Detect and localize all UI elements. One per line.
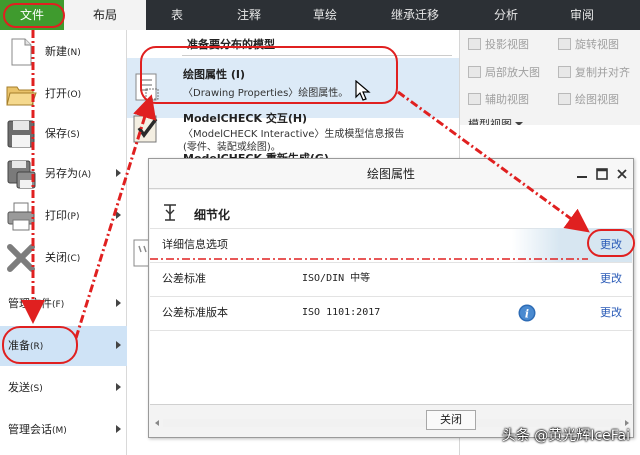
menu-shortcut-open: (O) — [67, 90, 82, 100]
projection-view-icon — [468, 38, 481, 50]
menu-shortcut-close: (C) — [67, 254, 81, 264]
submenu-item-title: ModelCHECK 交互(H) — [183, 112, 308, 125]
menu-label-send: 发送 — [8, 381, 30, 394]
tab-layout[interactable]: 布局 — [64, 0, 146, 30]
chevron-right-icon — [116, 341, 121, 349]
close-button[interactable]: 关闭 — [426, 410, 476, 430]
menu-shortcut-new: (N) — [67, 48, 81, 58]
detailing-icon — [164, 204, 176, 221]
file-menu: 新建(N) 打开(O) 保存(S) 另存为(A) 打印(P) 关闭(C) 管理文… — [0, 30, 127, 455]
menu-item-new[interactable]: 新建(N) — [0, 32, 127, 72]
menu-shortcut-send: (S) — [30, 384, 43, 394]
revolved-view-label: 旋转视图 — [575, 38, 619, 51]
minimize-icon[interactable] — [575, 167, 589, 181]
tab-table[interactable]: 表 — [146, 0, 208, 30]
menu-label-manage-file: 管理文件 — [8, 297, 52, 310]
projection-view-label: 投影视图 — [485, 38, 529, 51]
auxiliary-view-icon — [468, 93, 481, 105]
new-file-icon — [11, 38, 32, 66]
menu-shortcut-manage-file: (F) — [52, 300, 65, 310]
menu-label-save: 保存 — [45, 127, 67, 140]
row-tolerance-standard: 公差标准 ISO/DIN 中等 更改 — [150, 262, 632, 296]
menu-shortcut-print: (P) — [67, 212, 80, 222]
drawing-view-button[interactable]: 绘图视图 — [558, 89, 619, 111]
close-x-icon — [7, 244, 35, 272]
dialog-content: 细节化 详细信息选项 更改 公差标准 ISO/DIN 中等 更改 公差标准版本 … — [150, 190, 632, 427]
menu-label-print: 打印 — [45, 209, 67, 222]
row-tolerance-standard-version: 公差标准版本 ISO 1101:2017 i 更改 — [150, 296, 632, 330]
open-folder-icon — [6, 86, 37, 106]
annotation-highlight-drawing-properties — [140, 46, 398, 104]
revolved-view-icon — [558, 38, 571, 50]
auxiliary-view-button[interactable]: 辅助视图 — [468, 89, 529, 111]
row-label: 详细信息选项 — [162, 238, 228, 251]
save-as-icon — [7, 160, 36, 189]
modelcheck-icon — [133, 115, 158, 143]
tab-sketch[interactable]: 草绘 — [290, 0, 360, 30]
menu-item-print[interactable]: 打印(P) — [0, 196, 127, 236]
menu-shortcut-save-as: (A) — [78, 170, 92, 180]
tab-legacy-migration[interactable]: 继承迁移 — [360, 0, 470, 30]
menu-item-send[interactable]: 发送(S) — [0, 368, 127, 408]
detailed-view-icon — [468, 66, 481, 78]
annotation-highlight-prepare — [2, 326, 78, 364]
row-value: ISO 1101:2017 — [302, 307, 381, 318]
detailed-view-button[interactable]: 局部放大图 — [468, 62, 540, 84]
row-value: ISO/DIN 中等 — [302, 273, 371, 284]
close-icon[interactable] — [615, 167, 629, 181]
maximize-icon[interactable] — [595, 167, 609, 181]
tab-analysis[interactable]: 分析 — [470, 0, 542, 30]
menu-item-save-as[interactable]: 另存为(A) — [0, 154, 127, 194]
save-disk-icon — [7, 120, 35, 148]
menu-label-manage-session: 管理会话 — [8, 423, 52, 436]
projection-view-button[interactable]: 投影视图 — [468, 34, 529, 56]
annotation-highlight-file — [3, 3, 65, 28]
chevron-right-icon — [116, 299, 121, 307]
annotation-highlight-change — [587, 229, 635, 257]
copy-align-button[interactable]: 复制并对齐 — [558, 62, 630, 84]
drawing-properties-dialog: 绘图属性 细节化 详细信息选项 更改 公差标准 ISO/DIN 中等 更改 公差… — [148, 158, 634, 438]
watermark: 头条 @黄光辉IceFai — [501, 428, 630, 444]
chevron-right-icon — [116, 425, 121, 433]
copy-align-icon — [558, 66, 571, 78]
menu-item-save[interactable]: 保存(S) — [0, 114, 127, 154]
row-divider — [150, 330, 632, 331]
section-title: 细节化 — [194, 208, 231, 222]
copy-align-label: 复制并对齐 — [575, 66, 630, 79]
chevron-right-icon — [116, 169, 121, 177]
info-icon[interactable]: i — [518, 304, 536, 322]
menu-label-save-as: 另存为 — [45, 167, 78, 180]
row-label: 公差标准版本 — [162, 306, 228, 319]
chevron-right-icon — [116, 211, 121, 219]
chevron-right-icon — [116, 383, 121, 391]
tab-review[interactable]: 审阅 — [542, 0, 622, 30]
drawing-view-label: 绘图视图 — [575, 93, 619, 106]
detailed-view-label: 局部放大图 — [485, 66, 540, 79]
menu-label-open: 打开 — [45, 87, 67, 100]
menu-item-open[interactable]: 打开(O) — [0, 74, 127, 114]
tab-annotate[interactable]: 注释 — [208, 0, 290, 30]
revolved-view-button[interactable]: 旋转视图 — [558, 34, 619, 56]
menu-shortcut-manage-session: (M) — [52, 426, 67, 436]
drawing-view-icon — [558, 93, 571, 105]
auxiliary-view-label: 辅助视图 — [485, 93, 529, 106]
menu-item-manage-session[interactable]: 管理会话(M) — [0, 410, 127, 450]
svg-text:i: i — [525, 308, 529, 321]
menu-item-manage-file[interactable]: 管理文件(F) — [0, 284, 127, 324]
menu-label-close: 关闭 — [45, 251, 67, 264]
menu-item-close[interactable]: 关闭(C) — [0, 238, 127, 278]
ribbon-tab-bar: 文件 布局 表 注释 草绘 继承迁移 分析 审阅 — [0, 0, 640, 30]
menu-shortcut-save: (S) — [67, 130, 80, 140]
dialog-title: 绘图属性 — [149, 159, 633, 189]
menu-label-new: 新建 — [45, 45, 67, 58]
row-label: 公差标准 — [162, 272, 206, 285]
printer-icon — [7, 202, 35, 231]
change-link-tolerance-standard[interactable]: 更改 — [600, 262, 622, 296]
change-link-tolerance-version[interactable]: 更改 — [600, 296, 622, 330]
row-detail-options: 详细信息选项 更改 — [150, 228, 632, 262]
